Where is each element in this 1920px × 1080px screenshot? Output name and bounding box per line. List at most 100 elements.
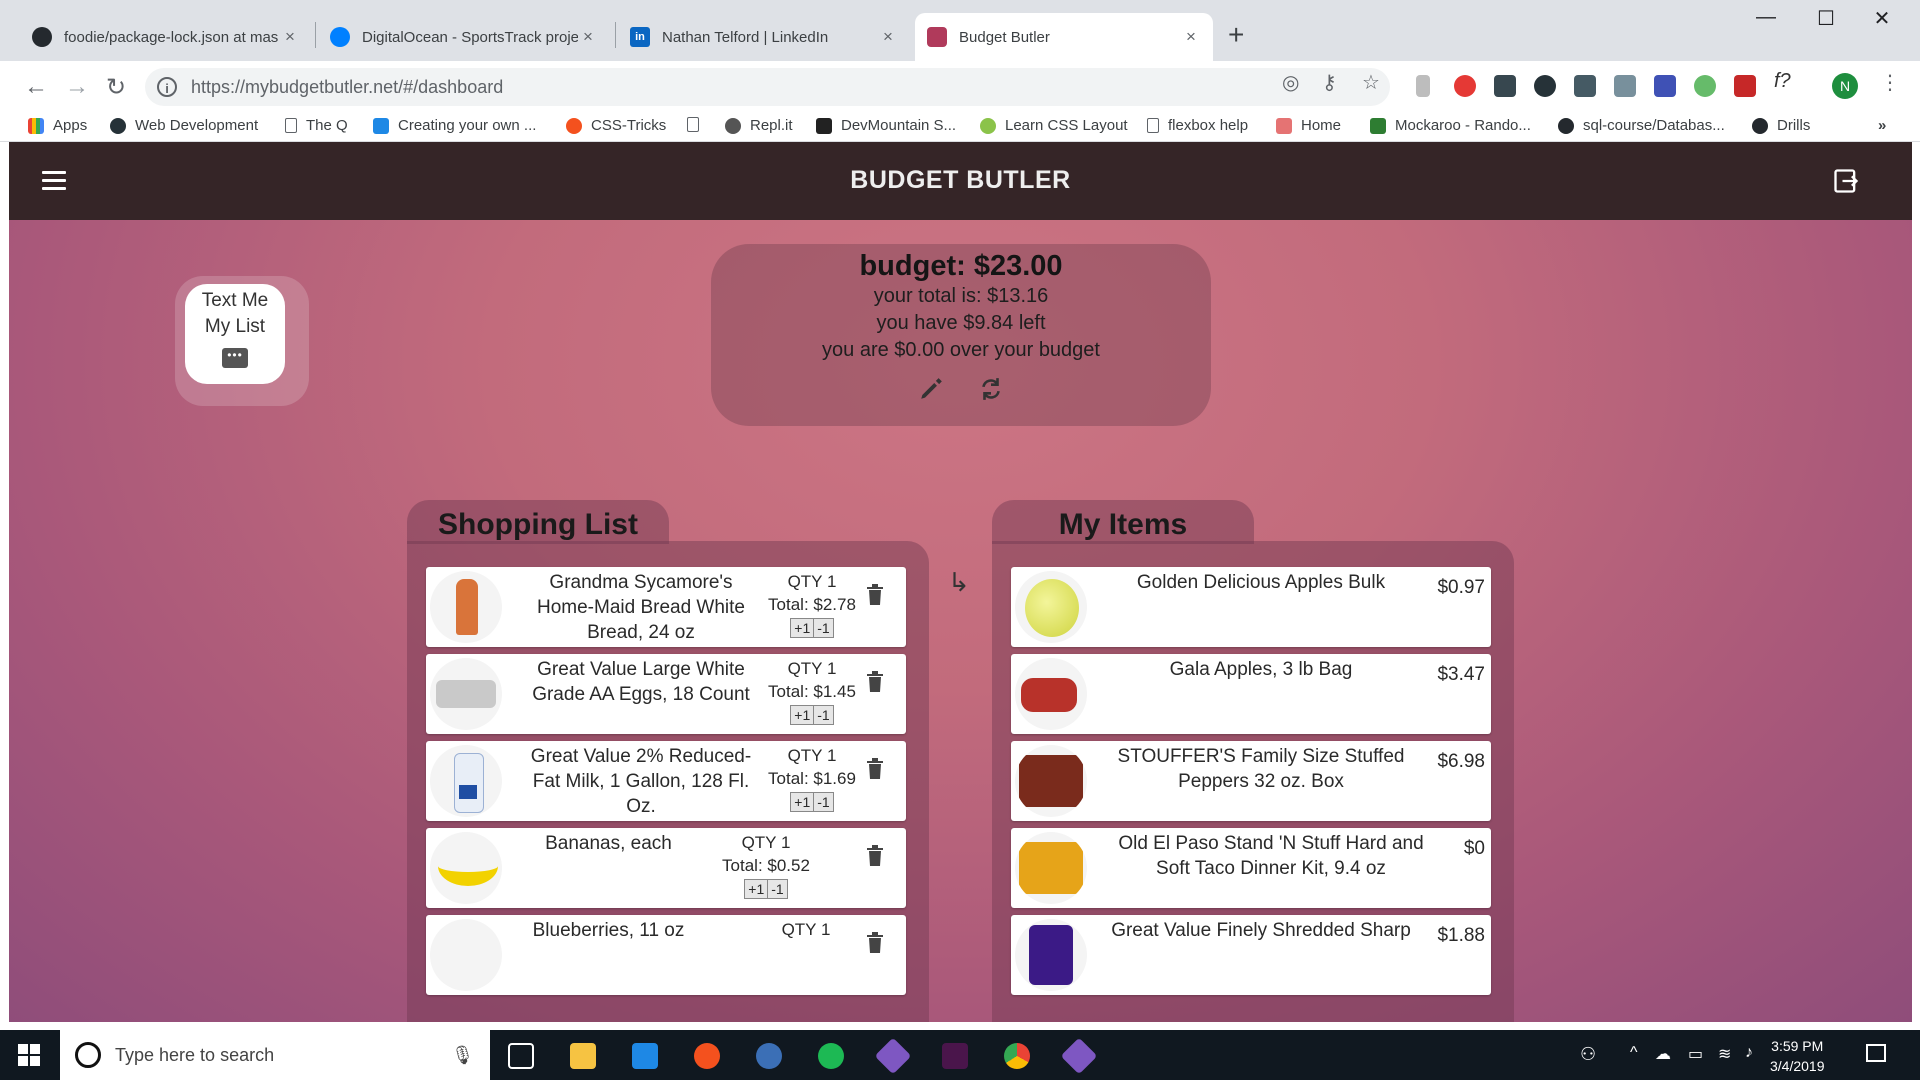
bookmarks-overflow-button[interactable]: » bbox=[1878, 117, 1886, 134]
profile-avatar[interactable]: N bbox=[1832, 73, 1858, 99]
logout-icon[interactable] bbox=[1832, 167, 1860, 195]
key-icon[interactable]: ⚷ bbox=[1322, 70, 1337, 95]
chrome-menu-icon[interactable]: ⋮ bbox=[1880, 70, 1900, 95]
trash-icon[interactable] bbox=[866, 844, 884, 866]
slack-icon[interactable] bbox=[942, 1043, 968, 1069]
trash-icon[interactable] bbox=[866, 670, 884, 692]
extension-icon[interactable] bbox=[1654, 75, 1676, 97]
bookmark-untitled[interactable] bbox=[687, 117, 708, 132]
extension-icon[interactable] bbox=[1734, 75, 1756, 97]
bookmark-mockaroo[interactable]: Mockaroo - Rando... bbox=[1370, 117, 1531, 134]
product-image-blueberries bbox=[430, 919, 502, 991]
vscode-taskbar-icon[interactable] bbox=[632, 1043, 658, 1069]
font-extension-icon[interactable]: f? bbox=[1774, 70, 1791, 93]
refresh-icon[interactable] bbox=[978, 376, 1004, 402]
bookmark-devmountain[interactable]: DevMountain S... bbox=[816, 117, 956, 134]
bookmark-home[interactable]: Home bbox=[1276, 117, 1341, 134]
task-view-icon[interactable] bbox=[508, 1043, 534, 1069]
increment-button[interactable]: +1 bbox=[791, 619, 814, 637]
tab-close-icon[interactable]: × bbox=[1181, 27, 1201, 47]
tab-budget-butler[interactable]: Budget Butler × bbox=[915, 13, 1213, 61]
address-bar[interactable]: i https://mybudgetbutler.net/#/dashboard bbox=[145, 68, 1390, 106]
text-me-my-list-button[interactable]: Text Me My List ••• bbox=[175, 276, 309, 406]
tab-github[interactable]: foodie/package-lock.json at mas × bbox=[20, 13, 312, 61]
tab-linkedin[interactable]: in Nathan Telford | LinkedIn × bbox=[618, 13, 910, 61]
battery-icon[interactable]: ▭ bbox=[1688, 1044, 1703, 1064]
increment-button[interactable]: +1 bbox=[791, 706, 814, 724]
chrome-taskbar-icon[interactable] bbox=[1004, 1043, 1030, 1069]
my-item[interactable]: Golden Delicious Apples Bulk $0.97 bbox=[1011, 567, 1491, 647]
bookmark-web-development[interactable]: Web Development bbox=[110, 117, 258, 134]
bookmark-learn-css-layout[interactable]: Learn CSS Layout bbox=[980, 117, 1128, 134]
bookmark-creating-your-own[interactable]: Creating your own ... bbox=[373, 117, 536, 134]
people-icon[interactable]: ⚇ bbox=[1580, 1044, 1596, 1065]
gitkraken-icon[interactable] bbox=[874, 1037, 912, 1075]
tab-close-icon[interactable]: × bbox=[878, 27, 898, 47]
tab-close-icon[interactable]: × bbox=[280, 27, 300, 47]
my-item[interactable]: STOUFFER'S Family Size Stuffed Peppers 3… bbox=[1011, 741, 1491, 821]
clock-time: 3:59 PM bbox=[1771, 1038, 1824, 1054]
adblock-icon[interactable] bbox=[1454, 75, 1476, 97]
new-tab-button[interactable]: + bbox=[1228, 19, 1244, 51]
microphone-icon[interactable]: 🎙 bbox=[451, 1045, 474, 1066]
forward-button[interactable]: → bbox=[65, 73, 89, 101]
maximize-button[interactable]: ☐ bbox=[1806, 6, 1846, 31]
taskbar-search-box[interactable]: Type here to search 🎙 bbox=[60, 1030, 490, 1080]
bookmark-flexbox-help[interactable]: flexbox help bbox=[1147, 117, 1248, 134]
spotify-icon[interactable] bbox=[818, 1043, 844, 1069]
decrement-button[interactable]: -1 bbox=[813, 793, 833, 811]
extension-icon[interactable] bbox=[1574, 75, 1596, 97]
browser-toolbar: ← → ↻ i https://mybudgetbutler.net/#/das… bbox=[0, 61, 1920, 113]
postman-icon[interactable] bbox=[694, 1043, 720, 1069]
bookmark-sql-course[interactable]: sql-course/Databas... bbox=[1558, 117, 1725, 134]
my-item[interactable]: Gala Apples, 3 lb Bag $3.47 bbox=[1011, 654, 1491, 734]
react-devtools-icon[interactable] bbox=[1534, 75, 1556, 97]
bookmark-apps[interactable]: Apps bbox=[28, 117, 87, 134]
decrement-button[interactable]: -1 bbox=[813, 706, 833, 724]
wifi-icon[interactable]: ≋ bbox=[1718, 1044, 1731, 1064]
bookmark-replit[interactable]: Repl.it bbox=[725, 117, 793, 134]
edit-pencil-icon[interactable] bbox=[918, 376, 944, 402]
increment-button[interactable]: +1 bbox=[745, 880, 768, 898]
reload-button[interactable]: ↻ bbox=[106, 73, 126, 102]
url-text[interactable]: https://mybudgetbutler.net/#/dashboard bbox=[191, 77, 503, 98]
show-hidden-icons-chevron[interactable]: ^ bbox=[1630, 1044, 1638, 1062]
bookmark-drills[interactable]: Drills bbox=[1752, 117, 1810, 134]
my-item[interactable]: Old El Paso Stand 'N Stuff Hard and Soft… bbox=[1011, 828, 1491, 908]
decrement-button[interactable]: -1 bbox=[813, 619, 833, 637]
text-me-card[interactable]: Text Me My List ••• bbox=[185, 284, 285, 384]
shopping-list-panel: Grandma Sycamore's Home-Maid Bread White… bbox=[407, 541, 929, 1022]
bookmark-css-tricks[interactable]: CSS-Tricks bbox=[566, 117, 666, 134]
close-window-button[interactable]: ✕ bbox=[1862, 6, 1902, 31]
app-taskbar-icon[interactable] bbox=[756, 1043, 782, 1069]
tab-close-icon[interactable]: × bbox=[578, 27, 598, 47]
increment-button[interactable]: +1 bbox=[791, 793, 814, 811]
taskbar-clock[interactable]: 3:59 PM 3/4/2019 bbox=[1770, 1036, 1825, 1076]
extension-icon[interactable] bbox=[1494, 75, 1516, 97]
trash-icon[interactable] bbox=[866, 931, 884, 953]
item-qty: QTY 1 bbox=[787, 746, 837, 765]
minimize-button[interactable]: — bbox=[1746, 6, 1786, 29]
tab-digitalocean[interactable]: DigitalOcean - SportsTrack proje × bbox=[318, 13, 610, 61]
trash-icon[interactable] bbox=[866, 757, 884, 779]
extension-icon[interactable] bbox=[1614, 75, 1636, 97]
trash-icon[interactable] bbox=[866, 583, 884, 605]
location-icon[interactable]: ◎ bbox=[1282, 70, 1299, 95]
bookmark-star-icon[interactable]: ☆ bbox=[1362, 70, 1380, 95]
notifications-icon[interactable] bbox=[1866, 1044, 1886, 1062]
budget-summary: budget: $23.00 your total is: $13.16 you… bbox=[711, 244, 1211, 426]
my-item[interactable]: Great Value Finely Shredded Sharp $1.88 bbox=[1011, 915, 1491, 995]
bookmark-the-q[interactable]: The Q bbox=[285, 117, 348, 134]
extension-icon[interactable] bbox=[1694, 75, 1716, 97]
site-info-icon[interactable]: i bbox=[157, 77, 177, 97]
windows-start-icon[interactable] bbox=[18, 1044, 40, 1066]
volume-icon[interactable]: ♪ bbox=[1745, 1044, 1753, 1062]
gitkraken-icon[interactable] bbox=[1060, 1037, 1098, 1075]
product-image-taco-kit bbox=[1015, 832, 1087, 904]
file-explorer-icon[interactable] bbox=[570, 1043, 596, 1069]
extension-icon[interactable] bbox=[1416, 75, 1430, 97]
onedrive-icon[interactable]: ☁ bbox=[1655, 1044, 1671, 1064]
item-name: Great Value 2% Reduced-Fat Milk, 1 Gallo… bbox=[530, 746, 752, 817]
decrement-button[interactable]: -1 bbox=[767, 880, 787, 898]
back-button[interactable]: ← bbox=[24, 73, 48, 101]
